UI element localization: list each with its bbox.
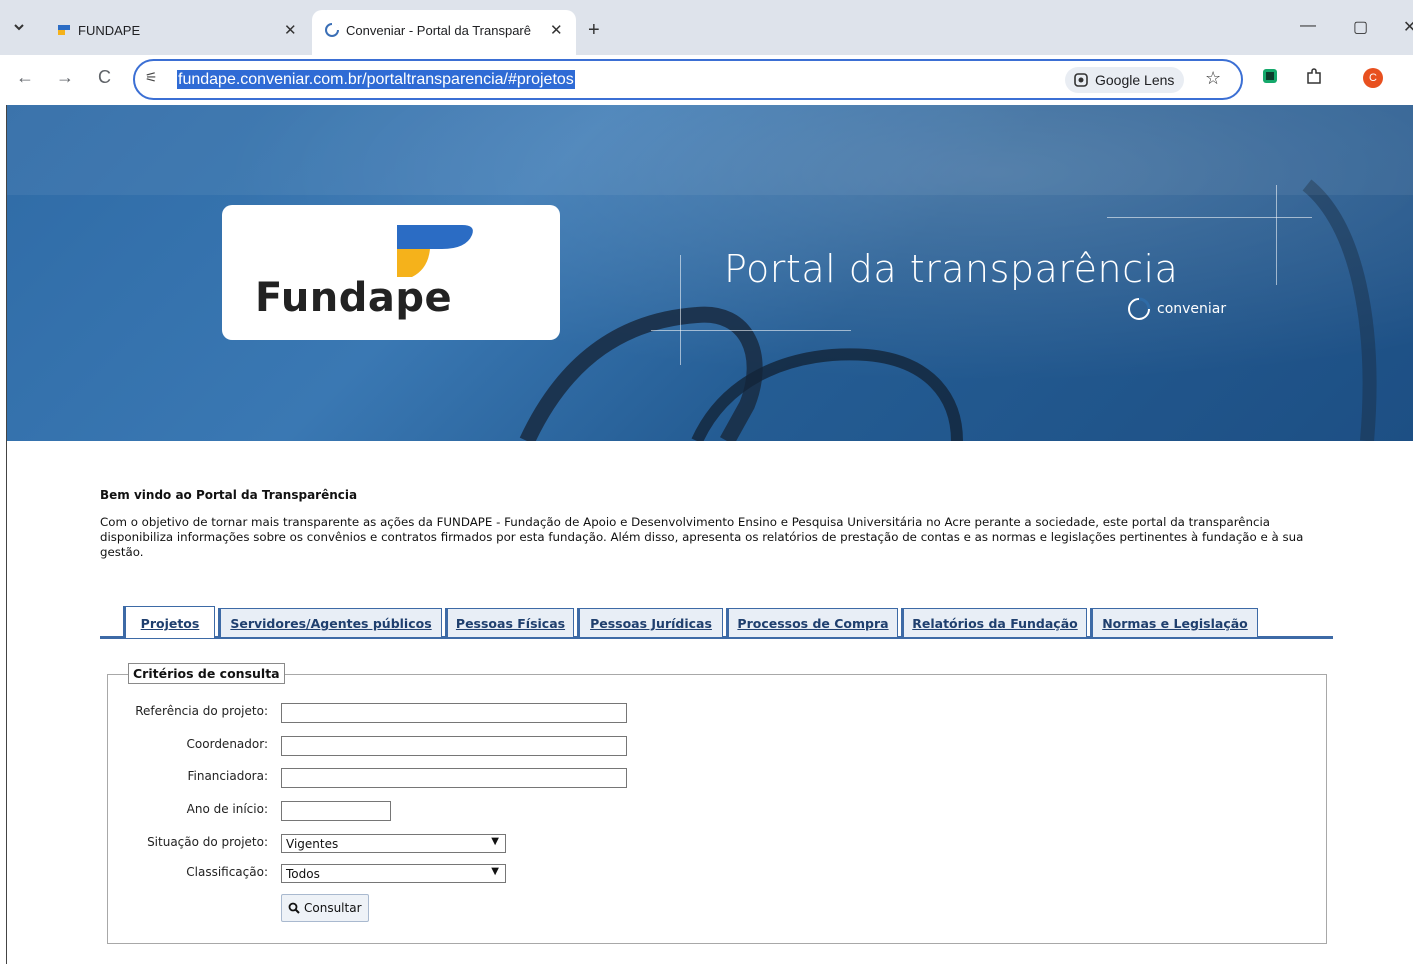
ano-inicio-input[interactable]: [281, 801, 391, 821]
tab-pessoas-fisicas[interactable]: Pessoas Físicas: [445, 608, 574, 637]
browser-tab-fundape[interactable]: FUNDAPE ✕: [44, 10, 310, 55]
portal-tabs: Projetos Servidores/Agentes públicos Pes…: [100, 606, 1333, 639]
tab-search-chevron-icon[interactable]: [12, 20, 28, 36]
tab-title: FUNDAPE: [78, 23, 141, 38]
close-window-icon[interactable]: ✕: [1403, 17, 1413, 37]
browser-toolbar: ← → C ⚟ fundape.conveniar.com.br/portalt…: [0, 55, 1413, 105]
browser-tab-conveniar[interactable]: Conveniar - Portal da Transparê ✕: [312, 10, 576, 55]
reload-icon[interactable]: C: [98, 67, 111, 88]
decorative-line: [1276, 185, 1277, 285]
label-financiadora: Financiadora:: [187, 769, 268, 783]
extension-icon[interactable]: [1262, 68, 1278, 88]
forward-arrow-icon[interactable]: →: [56, 67, 74, 88]
fundape-favicon-icon: [56, 22, 72, 38]
label-ano-inicio: Ano de início:: [186, 802, 268, 816]
brand-name: conveniar: [1157, 301, 1227, 317]
tab-title: Conveniar - Portal da Transparê: [346, 23, 531, 38]
extensions-puzzle-icon[interactable]: [1305, 68, 1323, 90]
tab-normas[interactable]: Normas e Legislação: [1090, 608, 1258, 637]
hero-banner: Fundape Portal da transparência convenia…: [7, 105, 1413, 441]
conveniar-favicon-icon: [324, 22, 340, 38]
maximize-icon[interactable]: ▢: [1353, 17, 1368, 37]
coordenador-input[interactable]: [281, 736, 627, 756]
intro-text: Com o objetivo de tornar mais transparen…: [100, 515, 1304, 559]
fundape-logo: Fundape: [222, 205, 560, 340]
glasses-illustration: [7, 105, 1413, 441]
label-classificacao: Classificação:: [186, 865, 268, 879]
referencia-input[interactable]: [281, 703, 627, 723]
search-icon: [288, 902, 300, 914]
profile-avatar[interactable]: C: [1363, 68, 1383, 88]
decorative-line: [651, 330, 851, 331]
tab-processos-compra[interactable]: Processos de Compra: [726, 608, 898, 637]
intro-section: Bem vindo ao Portal da Transparência Com…: [100, 488, 1340, 560]
portal-title: Portal da transparência: [724, 247, 1179, 291]
decorative-line: [680, 255, 681, 365]
google-lens-button[interactable]: Google Lens: [1065, 67, 1185, 93]
financiadora-input[interactable]: [281, 768, 627, 788]
situacao-value: Vigentes: [286, 837, 339, 851]
address-bar[interactable]: ⚟ fundape.conveniar.com.br/portaltranspa…: [133, 59, 1243, 100]
classificacao-value: Todos: [286, 867, 320, 881]
lens-icon: [1074, 73, 1088, 87]
welcome-heading: Bem vindo ao Portal da Transparência: [100, 488, 358, 502]
situacao-select[interactable]: Vigentes ▼: [281, 834, 506, 853]
label-coordenador: Coordenador:: [186, 737, 268, 751]
decorative-line: [1107, 217, 1312, 218]
consultar-label: Consultar: [304, 901, 362, 915]
back-arrow-icon[interactable]: ←: [16, 67, 34, 88]
label-situacao: Situação do projeto:: [147, 835, 268, 849]
classificacao-select[interactable]: Todos ▼: [281, 864, 506, 883]
conveniar-brand: conveniar: [1125, 295, 1226, 323]
logo-wordmark: Fundape: [255, 275, 453, 321]
close-tab-icon[interactable]: ✕: [550, 21, 563, 39]
label-referencia: Referência do projeto:: [135, 704, 268, 718]
close-tab-icon[interactable]: ✕: [284, 21, 297, 39]
bookmark-star-icon[interactable]: ☆: [1205, 68, 1221, 89]
browser-tabstrip: FUNDAPE ✕ Conveniar - Portal da Transpar…: [0, 0, 1413, 55]
tab-pessoas-juridicas[interactable]: Pessoas Jurídicas: [577, 608, 723, 637]
site-info-icon[interactable]: ⚟: [145, 70, 158, 86]
url-text[interactable]: fundape.conveniar.com.br/portaltranspare…: [177, 70, 575, 89]
tab-relatorios[interactable]: Relatórios da Fundação: [901, 608, 1087, 637]
consultar-button[interactable]: Consultar: [281, 894, 369, 922]
criteria-legend: Critérios de consulta: [128, 663, 285, 684]
tab-servidores[interactable]: Servidores/Agentes públicos: [218, 608, 442, 637]
chevron-down-icon: ▼: [491, 866, 499, 877]
chevron-down-icon: ▼: [491, 836, 499, 847]
lens-label: Google Lens: [1095, 72, 1175, 88]
conveniar-logo-icon: [1128, 297, 1151, 320]
window-edge: [0, 105, 7, 964]
tab-projetos[interactable]: Projetos: [123, 606, 215, 638]
minimize-icon[interactable]: —: [1300, 17, 1316, 35]
new-tab-plus-icon[interactable]: +: [588, 19, 600, 42]
